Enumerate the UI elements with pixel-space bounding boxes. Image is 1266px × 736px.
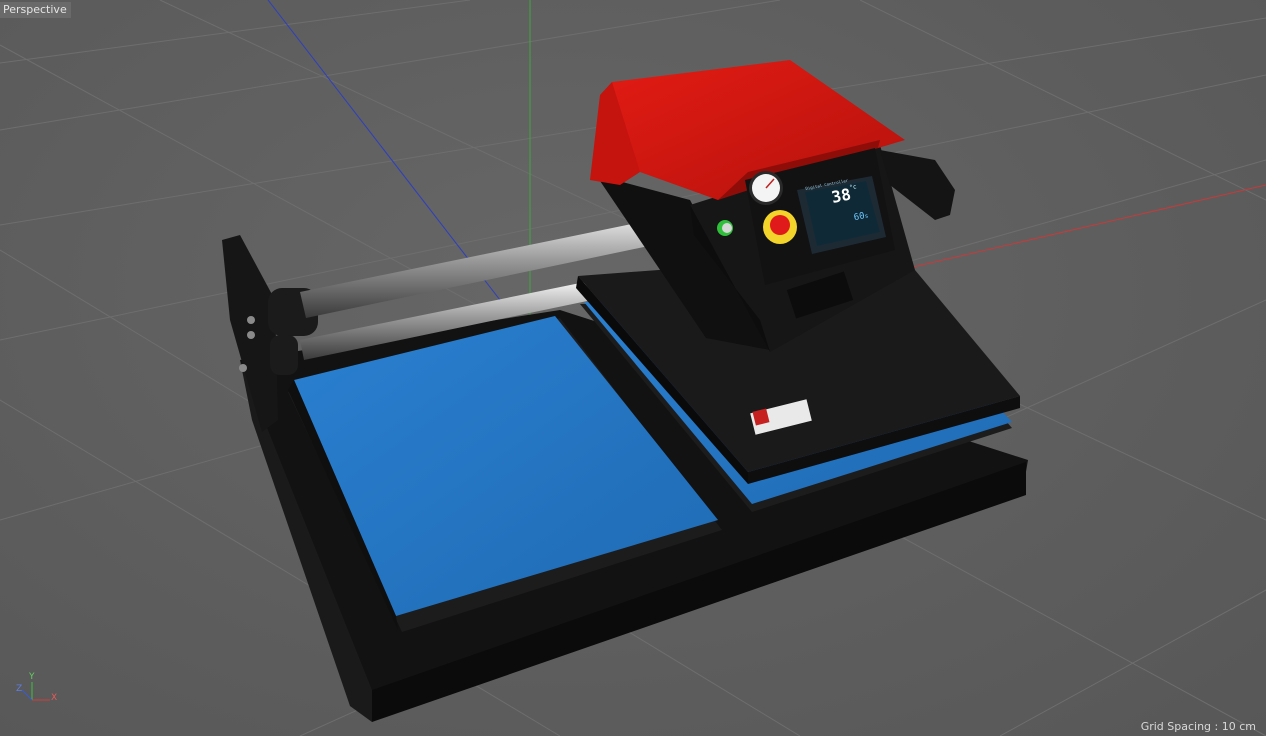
grid-spacing-readout: Grid Spacing : 10 cm	[1140, 720, 1256, 733]
axis-y-label: Y	[29, 672, 35, 682]
axis-gizmo-icon: Z Y X	[12, 672, 62, 706]
temperature-unit: °c	[848, 183, 858, 192]
scene-render	[0, 0, 1266, 736]
perspective-view-label[interactable]: Perspective	[0, 2, 71, 18]
secondary-unit: s	[864, 212, 870, 221]
axis-z-label: Z	[16, 684, 23, 694]
3d-viewport[interactable]: Digital Controller 38°c 60s Perspective …	[0, 0, 1266, 736]
axis-line-x	[899, 184, 1266, 271]
axis-x-label: X	[51, 693, 58, 703]
